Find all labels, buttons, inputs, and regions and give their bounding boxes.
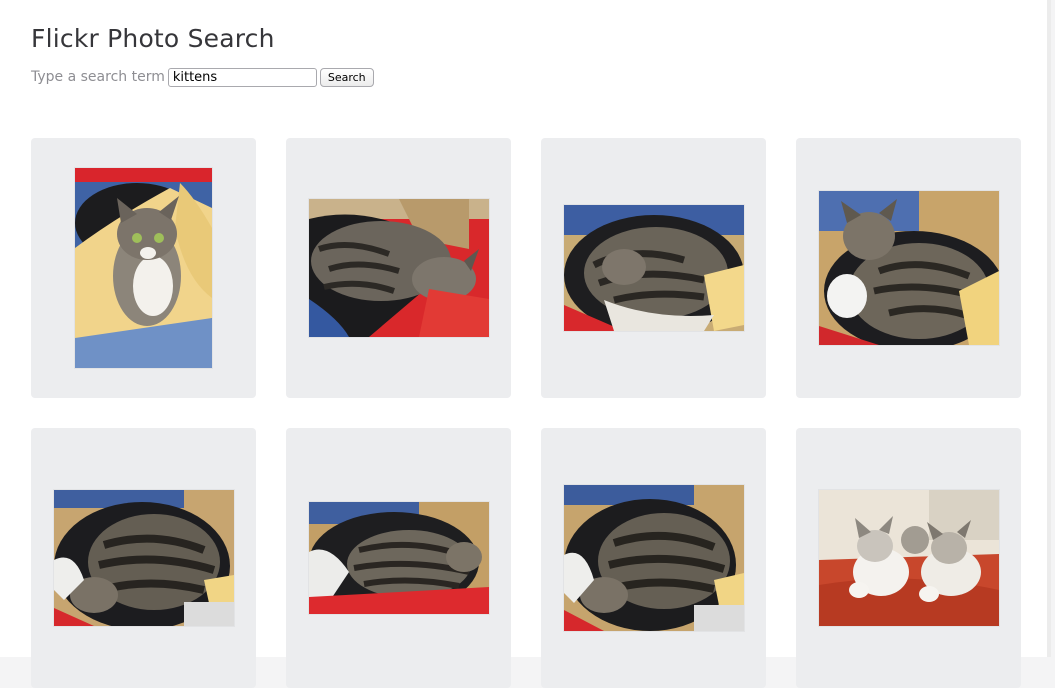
photo-thumbnail[interactable]	[819, 191, 999, 345]
photo-card[interactable]	[796, 428, 1021, 688]
photo-card[interactable]	[541, 138, 766, 398]
scrollbar[interactable]	[1047, 0, 1051, 657]
photo-card[interactable]	[31, 428, 256, 688]
photo-card[interactable]	[286, 428, 511, 688]
photo-thumbnail[interactable]	[309, 502, 489, 614]
photo-thumbnail[interactable]	[819, 490, 999, 626]
search-form: Type a search term Search	[31, 66, 374, 88]
photo-thumbnail[interactable]	[75, 168, 212, 368]
photo-card[interactable]	[31, 138, 256, 398]
search-label: Type a search term	[31, 69, 165, 85]
photo-thumbnail[interactable]	[54, 490, 234, 626]
photo-thumbnail[interactable]	[309, 199, 489, 337]
photo-card[interactable]	[541, 428, 766, 688]
search-button[interactable]: Search	[319, 67, 374, 87]
search-input[interactable]	[167, 67, 317, 87]
page: Flickr Photo Search Type a search term S…	[0, 0, 1051, 688]
photo-card[interactable]	[286, 138, 511, 398]
page-title: Flickr Photo Search	[31, 24, 275, 53]
photo-thumbnail[interactable]	[564, 205, 744, 331]
photo-thumbnail[interactable]	[564, 485, 744, 631]
photo-card[interactable]	[796, 138, 1021, 398]
